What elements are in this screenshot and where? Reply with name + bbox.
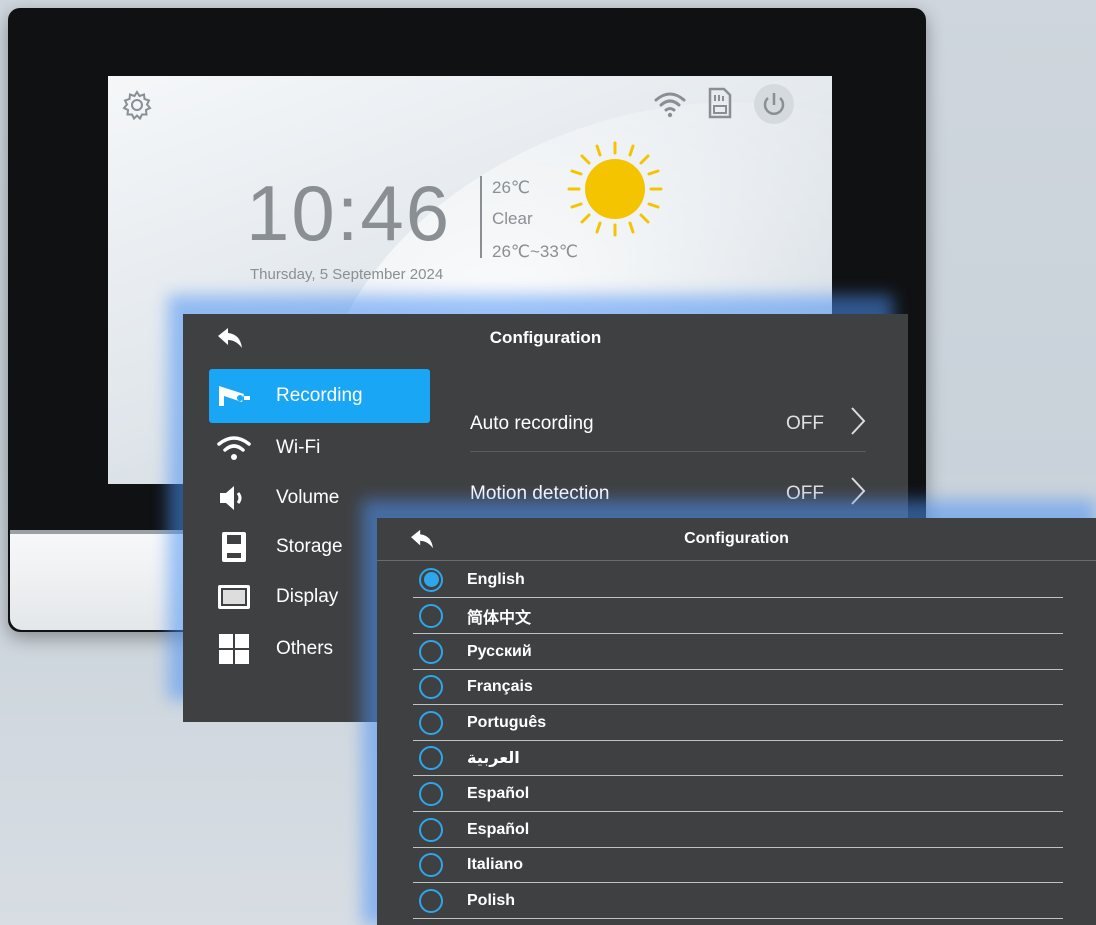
menu-item-wifi[interactable]: Wi-Fi: [209, 421, 430, 475]
language-option-chinese[interactable]: 简体中文: [413, 598, 1063, 634]
language-label: Italiano: [467, 855, 524, 873]
chevron-right-icon: [850, 406, 866, 442]
radio-unselected[interactable]: [419, 888, 443, 913]
menu-item-label: Volume: [276, 487, 340, 508]
clock-date: Thursday, 5 September 2024: [250, 266, 444, 283]
panel-title: Configuration: [489, 328, 602, 347]
header-divider: [377, 560, 1096, 561]
sd-card-icon: [209, 531, 259, 563]
menu-item-label: Display: [276, 586, 339, 607]
language-option-spanish[interactable]: Español: [413, 776, 1063, 812]
menu-item-label: Wi-Fi: [276, 437, 321, 458]
weather-condition: Clear: [492, 209, 533, 228]
wifi-icon: [652, 88, 688, 120]
radio-unselected[interactable]: [419, 852, 443, 877]
radio-unselected[interactable]: [419, 639, 443, 664]
language-label: Polish: [467, 891, 516, 909]
sd-card-icon: [706, 86, 734, 120]
panel-title: Configuration: [684, 530, 789, 547]
power-icon[interactable]: [754, 84, 794, 124]
radio-unselected[interactable]: [419, 781, 443, 806]
language-option-english[interactable]: English: [413, 562, 1063, 598]
radio-unselected[interactable]: [419, 710, 443, 735]
language-option-french[interactable]: Français: [413, 669, 1063, 705]
language-label: 简体中文: [467, 609, 532, 627]
radio-unselected[interactable]: [419, 674, 443, 699]
radio-selected[interactable]: [419, 567, 443, 592]
menu-item-label: Others: [276, 638, 334, 659]
language-panel: Configuration English 简体中文 Русский Franç…: [377, 518, 1096, 925]
language-option-portuguese[interactable]: Português: [413, 705, 1063, 741]
language-option-russian[interactable]: Русский: [413, 634, 1063, 670]
language-option-italian[interactable]: Italiano: [413, 847, 1063, 883]
setting-auto-recording[interactable]: Auto recording OFF: [470, 396, 866, 452]
language-label: Русский: [467, 642, 532, 660]
setting-label: Auto recording: [470, 412, 594, 434]
language-label: English: [467, 570, 525, 588]
radio-unselected[interactable]: [419, 745, 443, 770]
menu-item-recording[interactable]: Recording: [209, 369, 430, 423]
menu-item-label: Storage: [276, 536, 343, 557]
language-label: العربية: [467, 749, 520, 767]
clock-time: 10:46: [246, 169, 452, 257]
display-icon: [209, 584, 259, 610]
language-label: Français: [467, 677, 533, 695]
weather-divider: [480, 176, 482, 258]
language-label: Español: [467, 784, 530, 802]
weather-range: 26℃~33℃: [492, 242, 578, 261]
language-label: Português: [467, 713, 547, 731]
menu-item-label: Recording: [276, 385, 363, 406]
radio-unselected[interactable]: [419, 817, 443, 842]
gear-icon[interactable]: [120, 88, 154, 122]
sun-icon: [566, 140, 664, 243]
grid-icon: [209, 633, 259, 665]
language-label: Español: [467, 820, 530, 838]
language-option-arabic[interactable]: العربية: [413, 740, 1063, 776]
language-option-polish[interactable]: Polish: [413, 883, 1063, 919]
wifi-icon: [209, 434, 259, 462]
radio-unselected[interactable]: [419, 603, 443, 628]
camera-icon: [209, 382, 259, 410]
language-option-spanish[interactable]: Español: [413, 812, 1063, 848]
speaker-icon: [209, 484, 259, 512]
weather-temp: 26℃: [492, 178, 531, 197]
setting-value: OFF: [786, 412, 824, 434]
